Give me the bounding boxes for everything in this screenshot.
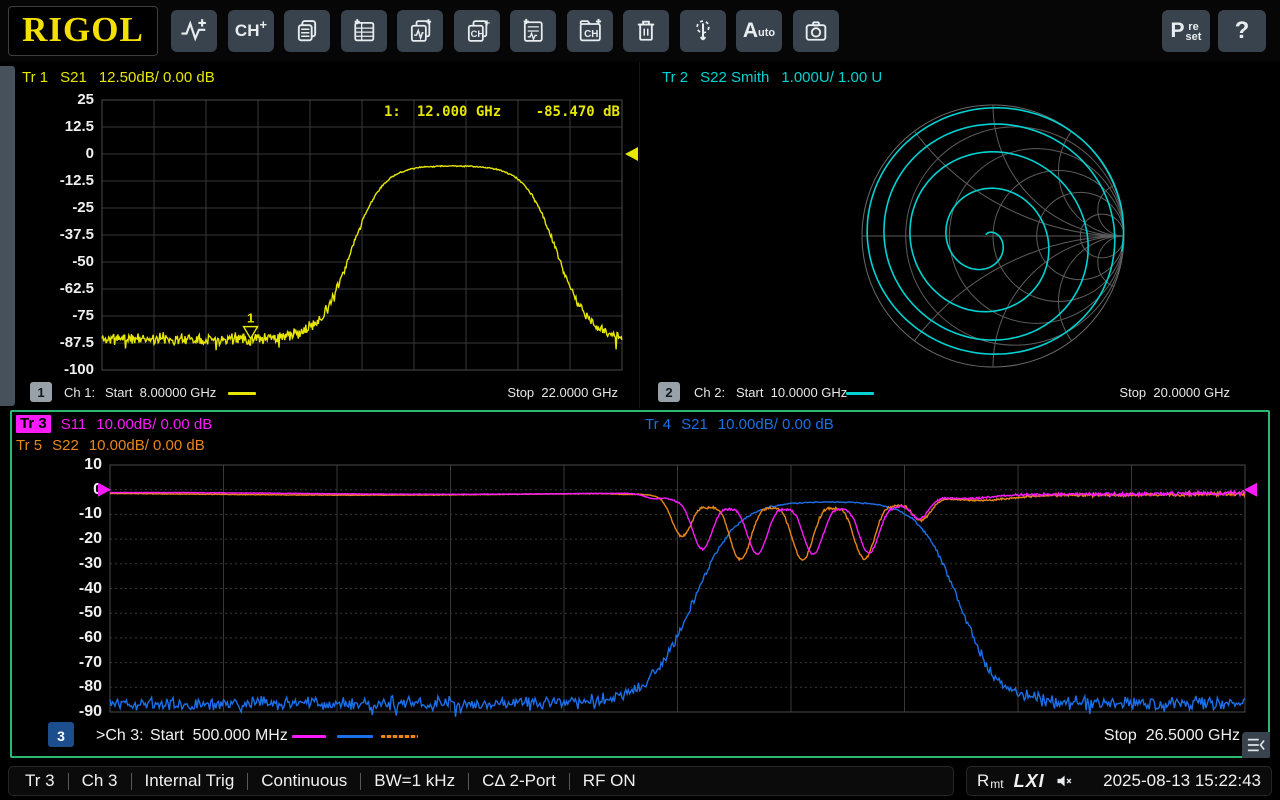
channel3-plot[interactable] xyxy=(10,410,1270,758)
meas-list-button[interactable] xyxy=(510,10,556,52)
svg-text:+: + xyxy=(484,17,490,29)
status-cal-status[interactable]: CΔ 2-Port xyxy=(469,771,569,791)
channel3-badge[interactable]: 3 xyxy=(48,722,74,747)
status-active-channel[interactable]: Ch 3 xyxy=(69,771,131,791)
marker1-id: 1: xyxy=(384,104,401,120)
lxi-indicator: LXI xyxy=(1014,771,1045,792)
svg-text:1: 1 xyxy=(247,311,254,326)
add-trace-button[interactable] xyxy=(171,10,217,52)
channel2-stop[interactable]: Stop 20.0000 GHz xyxy=(1119,382,1230,404)
channel3-footer: 3 >Ch 3: Start 500.000 MHz Stop 26.5000 … xyxy=(30,722,1244,750)
channel1-badge[interactable]: 1 xyxy=(30,382,52,402)
channel2-start[interactable]: Start 10.0000 GHz xyxy=(736,382,847,404)
trash-icon xyxy=(632,17,660,45)
copy-window-icon xyxy=(293,17,321,45)
channel3-stop[interactable]: Stop 26.5000 GHz xyxy=(1104,722,1240,750)
copy-channel-icon: CH + xyxy=(463,17,491,45)
file-channel-button[interactable]: CH xyxy=(567,10,613,52)
screenshot-button[interactable] xyxy=(793,10,839,52)
channel3-start[interactable]: Start 500.000 MHz xyxy=(150,722,288,750)
status-bar: Tr 3 Ch 3 Internal Trig Continuous BW=1 … xyxy=(8,766,954,796)
copy-channel-button[interactable]: CH + xyxy=(454,10,500,52)
help-icon: ? xyxy=(1235,17,1250,45)
auto-scale-button[interactable]: Auto xyxy=(736,10,782,52)
trace4-color-swatch xyxy=(337,735,373,738)
marker1-frequency: 12.000 GHz xyxy=(417,104,501,120)
add-trace-icon xyxy=(179,16,209,46)
auto-scale-icon: A xyxy=(743,19,758,43)
marker1-value: -85.470 dB xyxy=(536,104,620,120)
camera-icon xyxy=(802,17,830,45)
status-if-bandwidth[interactable]: BW=1 kHz xyxy=(361,771,468,791)
channel1-start[interactable]: Start 8.00000 GHz xyxy=(105,382,216,404)
speaker-muted-icon[interactable] xyxy=(1055,771,1075,791)
trace2-color-swatch xyxy=(846,392,874,395)
copy-trace-icon xyxy=(406,17,434,45)
meas-list-icon xyxy=(519,17,547,45)
system-status-bar: Rmt LXI 2025-08-13 15:22:43 xyxy=(966,766,1272,796)
channel1-footer: 1 Ch 1: Start 8.00000 GHz Stop 22.0000 G… xyxy=(16,382,618,404)
status-rf-output[interactable]: RF ON xyxy=(570,771,649,791)
channel2-footer: 2 Ch 2: Start 10.0000 GHz Stop 20.0000 G… xyxy=(650,382,1230,404)
touch-icon xyxy=(689,17,717,45)
copy-window-button[interactable] xyxy=(284,10,330,52)
svg-text:CH: CH xyxy=(584,29,598,40)
marker1-readout: 1: 12.000 GHz -85.470 dB xyxy=(384,103,620,120)
datetime: 2025-08-13 15:22:43 xyxy=(1103,771,1261,791)
report-table-icon xyxy=(350,17,378,45)
delete-button[interactable] xyxy=(623,10,669,52)
rigol-logo: RIGOL xyxy=(8,6,158,56)
status-trigger-source[interactable]: Internal Trig xyxy=(132,771,248,791)
channel1-label: Ch 1: xyxy=(64,382,95,404)
smith-chart-plot[interactable] xyxy=(640,62,1280,408)
help-button[interactable]: ? xyxy=(1218,10,1266,52)
trace5-color-swatch xyxy=(381,735,418,738)
add-channel-icon: CH xyxy=(235,21,260,41)
trace1-color-swatch xyxy=(228,392,256,395)
vna-screen: RIGOL CH+ xyxy=(0,0,1280,800)
status-active-trace[interactable]: Tr 3 xyxy=(25,771,68,791)
collapse-menu-icon xyxy=(1245,736,1267,754)
channel2-label: Ch 2: xyxy=(694,382,725,404)
preset-icon: P xyxy=(1171,19,1185,43)
remote-indicator: Rmt xyxy=(977,771,1004,791)
channel2-badge[interactable]: 2 xyxy=(658,382,680,402)
svg-text:CH: CH xyxy=(471,29,485,39)
touch-button[interactable] xyxy=(680,10,726,52)
preset-button[interactable]: P reset xyxy=(1162,10,1210,52)
status-sweep-mode[interactable]: Continuous xyxy=(248,771,360,791)
file-channel-icon: CH xyxy=(576,17,604,45)
trace3-color-swatch xyxy=(292,735,326,738)
copy-trace-button[interactable] xyxy=(397,10,443,52)
channel3-label: >Ch 3: xyxy=(96,722,144,750)
toolbar: RIGOL CH+ xyxy=(0,0,1280,62)
report-table-button[interactable] xyxy=(341,10,387,52)
add-channel-button[interactable]: CH+ xyxy=(228,10,274,52)
collapse-menu-button[interactable] xyxy=(1242,732,1270,758)
channel1-stop[interactable]: Stop 22.0000 GHz xyxy=(507,382,618,404)
